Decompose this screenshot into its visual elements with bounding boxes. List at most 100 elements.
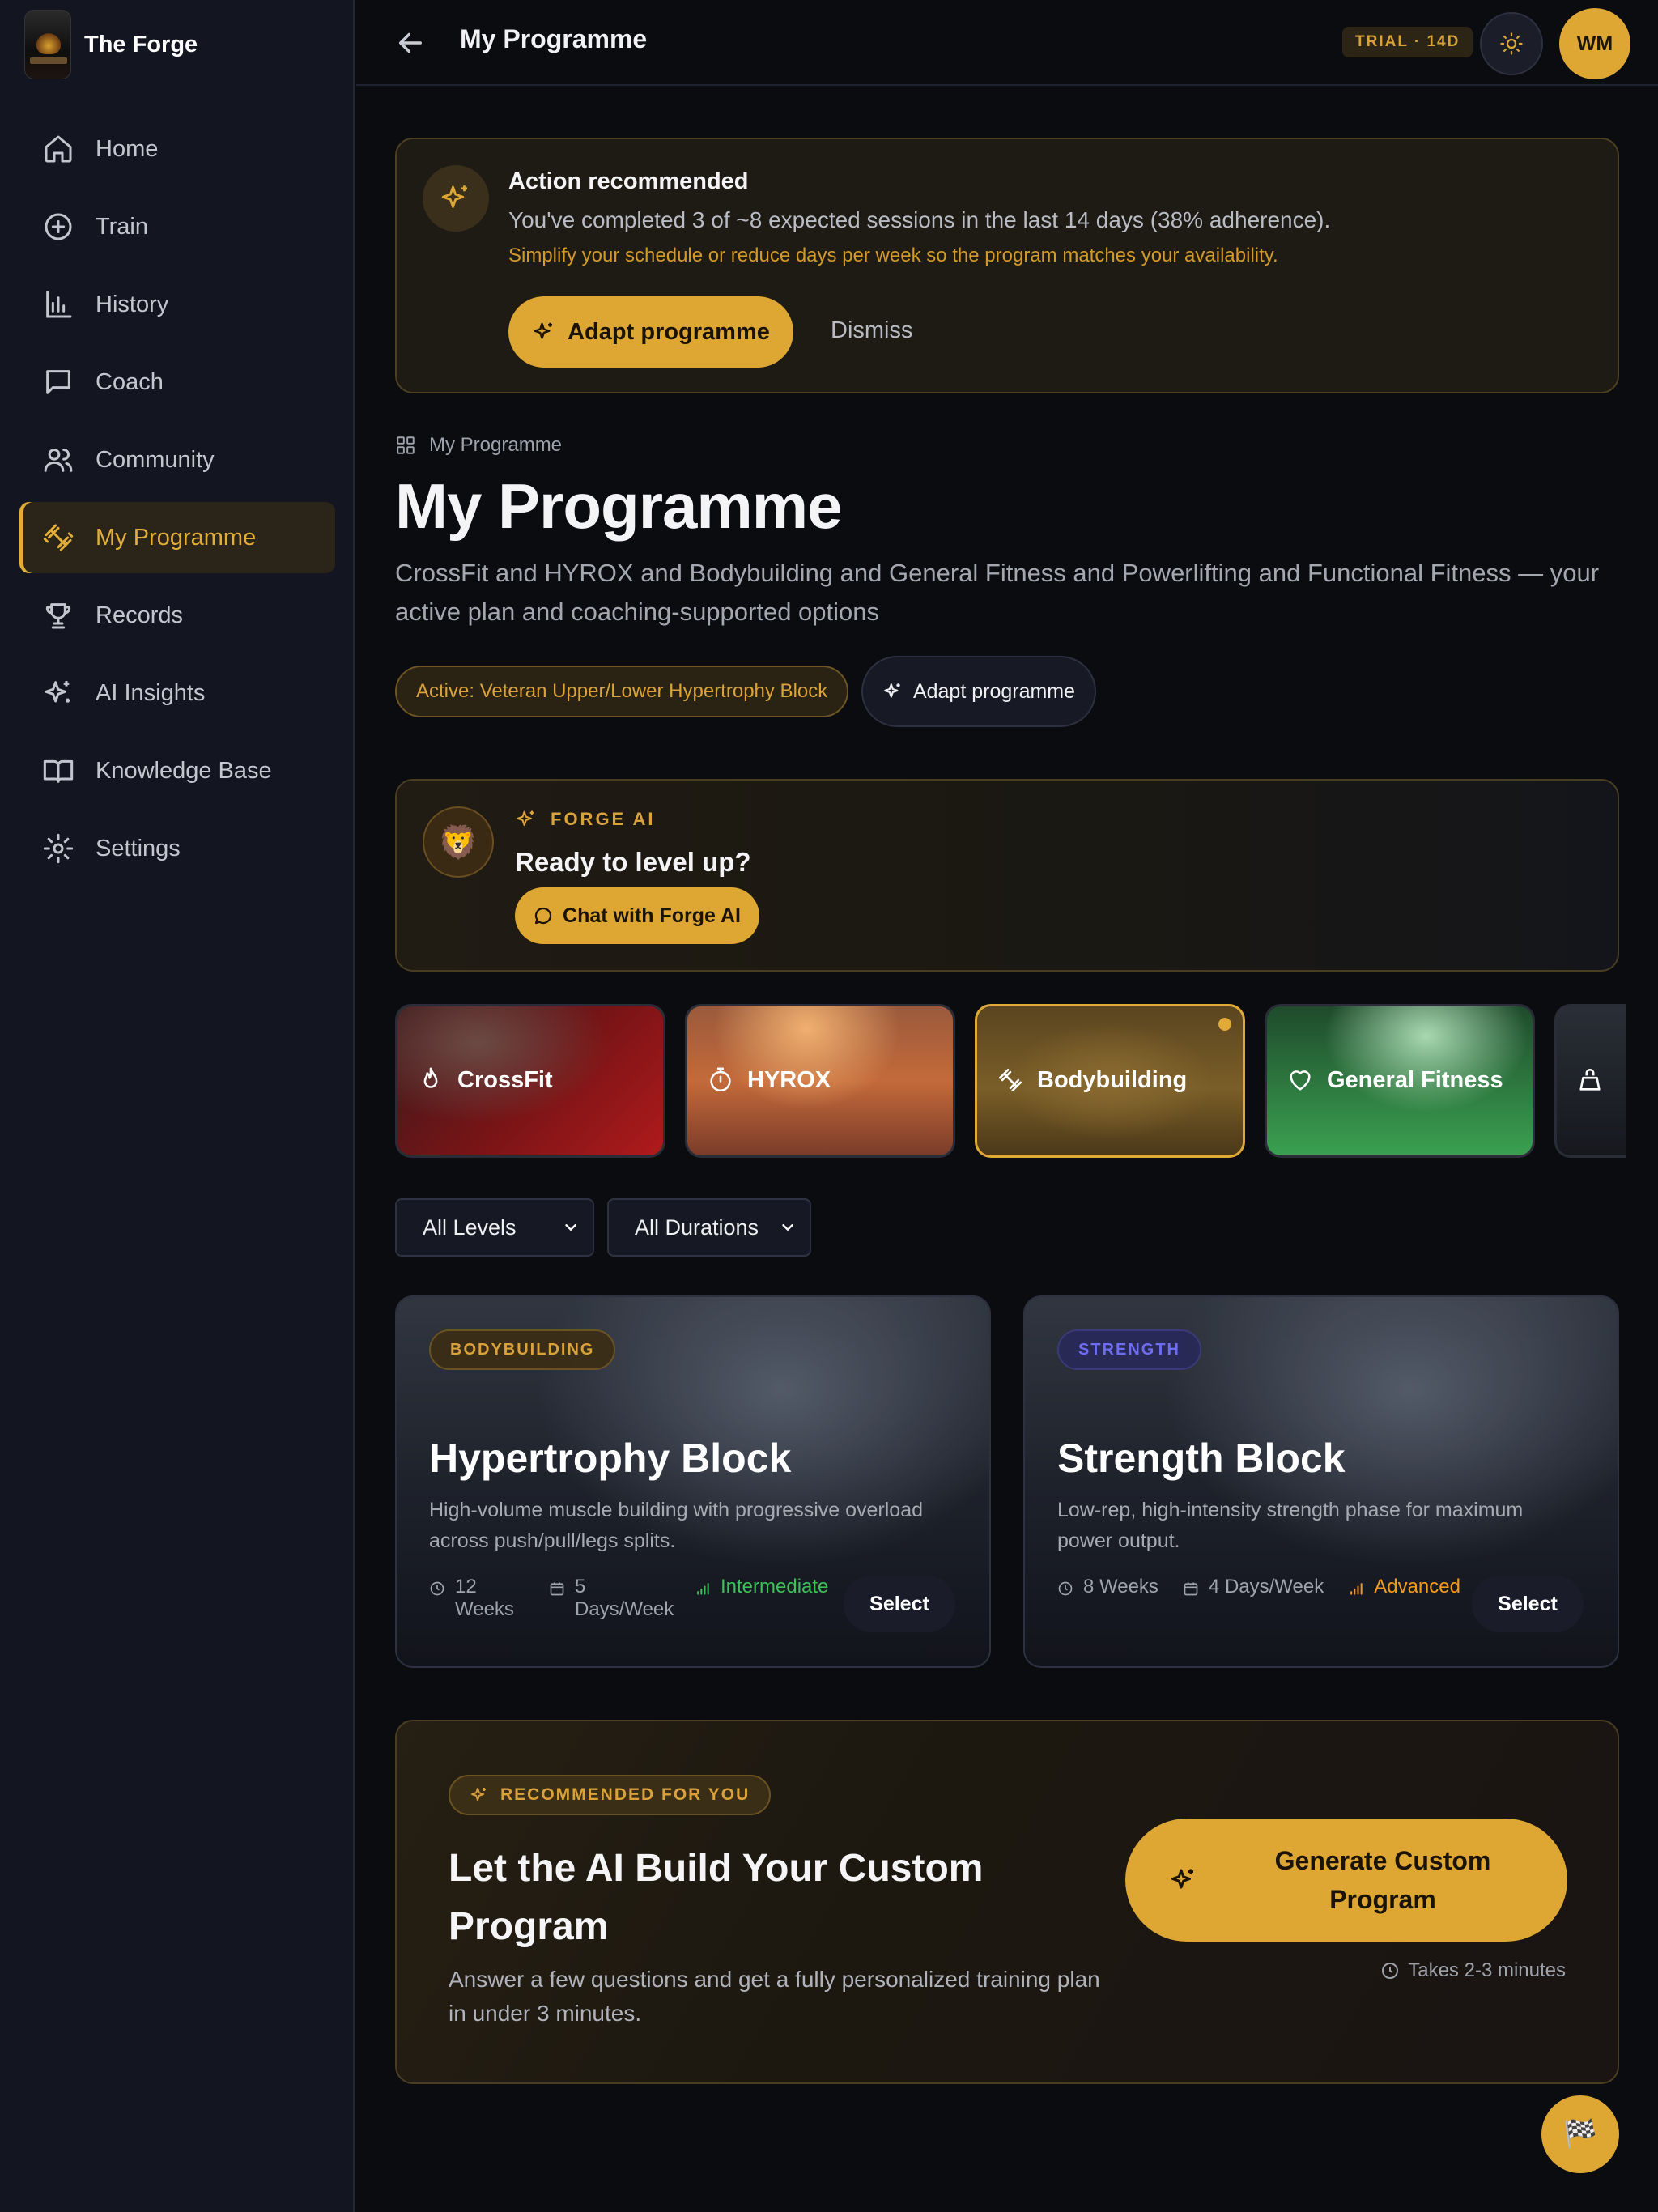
sidebar: The Forge Home Train History Coach Commu… [0, 0, 355, 2212]
sidebar-item-label: Home [96, 135, 159, 162]
sidebar-item-label: Coach [96, 368, 164, 395]
category-tile-hyrox[interactable]: HYROX [685, 1004, 955, 1158]
program-category-badge: STRENGTH [1057, 1329, 1201, 1370]
breadcrumb: My Programme [395, 434, 562, 457]
program-title: Strength Block [1057, 1436, 1346, 1481]
brand-logo [24, 10, 71, 79]
theme-toggle-button[interactable] [1480, 12, 1543, 75]
page-subtitle: CrossFit and HYROX and Bodybuilding and … [395, 559, 1600, 626]
clock-icon [1382, 1963, 1399, 1979]
chevron-down-icon [565, 1224, 576, 1231]
sparkles-icon [517, 810, 534, 827]
sidebar-item-label: Community [96, 446, 215, 473]
home-icon [45, 135, 72, 163]
sidebar-item-train[interactable]: Train [19, 191, 335, 262]
generate-custom-program-button[interactable]: Generate Custom Program [1125, 1819, 1567, 1942]
brand[interactable]: The Forge [24, 10, 198, 79]
bar-chart-icon [46, 291, 72, 318]
sun-icon [1500, 32, 1523, 55]
users-icon [44, 449, 73, 472]
top-bar: My Programme TRIAL · 14D WM [356, 0, 1658, 86]
level-filter-select[interactable]: All Levels [395, 1198, 594, 1257]
sidebar-item-label: History [96, 291, 169, 317]
category-tile-crossfit[interactable]: CrossFit [395, 1004, 665, 1158]
sidebar-item-label: Settings [96, 835, 181, 861]
gear-icon [43, 833, 74, 864]
sidebar-item-community[interactable]: Community [19, 424, 335, 496]
generate-custom-program-label: Generate Custom Program [1274, 1846, 1491, 1914]
select-program-button[interactable]: Select [844, 1576, 955, 1632]
chat-with-forge-ai-button[interactable]: Chat with Forge AI [515, 887, 759, 944]
action-recommended-card: Action recommended You've completed 3 of… [395, 138, 1619, 393]
sparkles-icon [534, 322, 553, 339]
program-card-strength[interactable]: STRENGTH Strength Block Low-rep, high-in… [1023, 1295, 1619, 1668]
clock-icon [1058, 1581, 1073, 1596]
sidebar-nav: Home Train History Coach Community My Pr… [19, 113, 335, 891]
category-label [1576, 1066, 1617, 1094]
sidebar-item-records[interactable]: Records [19, 580, 335, 651]
adapt-programme-pill-button[interactable]: Adapt programme [861, 656, 1096, 727]
category-tile-general-fitness[interactable]: General Fitness [1265, 1004, 1535, 1158]
category-label: Bodybuilding [997, 1066, 1187, 1094]
program-description: Low-rep, high-intensity strength phase f… [1057, 1499, 1524, 1552]
category-tile-powerlifting[interactable] [1554, 1004, 1626, 1158]
clock-icon [430, 1581, 444, 1596]
active-plan-badge[interactable]: Active: Veteran Upper/Lower Hypertrophy … [395, 666, 848, 717]
sidebar-item-knowledge-base[interactable]: Knowledge Base [19, 735, 335, 806]
program-meta: 8 Weeks 4 Days/Week Advanced [1057, 1576, 1460, 1598]
program-meta: 12 Weeks 5 Days/Week Intermediate [429, 1576, 828, 1621]
calendar-icon [1184, 1582, 1198, 1596]
alert-icon [423, 165, 489, 232]
category-label: General Fitness [1286, 1066, 1503, 1094]
chat-with-forge-ai-label: Chat with Forge AI [563, 904, 741, 927]
chat-icon [46, 370, 70, 394]
floating-action-button[interactable]: 🏁 [1541, 2095, 1619, 2173]
selected-indicator [1218, 1018, 1231, 1031]
sidebar-item-coach[interactable]: Coach [19, 347, 335, 418]
adapt-programme-button[interactable]: Adapt programme [508, 296, 793, 368]
dumbbell-icon [998, 1068, 1022, 1092]
calendar-icon [550, 1582, 564, 1596]
chevron-down-icon [782, 1224, 793, 1231]
sparkles-icon [884, 683, 900, 698]
sparkles-icon [441, 185, 467, 208]
sidebar-item-ai-insights[interactable]: AI Insights [19, 657, 335, 729]
program-category-badge: BODYBUILDING [429, 1329, 616, 1370]
category-tile-bodybuilding[interactable]: Bodybuilding [975, 1004, 1245, 1158]
dumbbell-icon [43, 524, 74, 551]
recommended-badge: RECOMMENDED FOR YOU [449, 1775, 772, 1815]
category-label: CrossFit [417, 1066, 553, 1094]
select-program-button[interactable]: Select [1472, 1576, 1584, 1632]
sidebar-item-label: AI Insights [96, 679, 206, 706]
grid-icon [397, 436, 414, 454]
sidebar-item-label: Train [96, 213, 148, 240]
sidebar-item-home[interactable]: Home [19, 113, 335, 185]
alert-title: Action recommended [508, 168, 749, 194]
brand-name: The Forge [84, 31, 198, 57]
sidebar-item-my-programme[interactable]: My Programme [19, 502, 335, 573]
forge-ai-avatar: 🦁 [423, 806, 494, 878]
page-title: My Programme [395, 470, 843, 542]
sparkles-icon [1171, 1869, 1193, 1889]
stopwatch-icon [710, 1067, 731, 1092]
time-estimate: Takes 2-3 minutes [1380, 1959, 1566, 1982]
flame-icon [423, 1067, 438, 1088]
dismiss-button[interactable]: Dismiss [831, 317, 913, 344]
program-duration: 8 Weeks [1057, 1576, 1158, 1598]
program-card-hypertrophy[interactable]: BODYBUILDING Hypertrophy Block High-volu… [395, 1295, 991, 1668]
duration-filter-select[interactable]: All Durations [607, 1198, 811, 1257]
sidebar-item-settings[interactable]: Settings [19, 813, 335, 884]
breadcrumb-label[interactable]: My Programme [429, 434, 562, 457]
forge-ai-title: Ready to level up? [515, 847, 751, 877]
back-arrow-icon[interactable] [393, 26, 427, 60]
sidebar-item-label: Knowledge Base [96, 757, 272, 784]
user-avatar[interactable]: WM [1559, 8, 1630, 79]
program-duration: 12 Weeks [429, 1576, 525, 1621]
forge-ai-tag: FORGE AI [515, 808, 656, 831]
forge-ai-card: 🦁 FORGE AI Ready to level up? Chat with … [395, 779, 1619, 972]
program-level: Advanced [1348, 1576, 1460, 1598]
signal-icon [697, 1583, 709, 1595]
sidebar-item-history[interactable]: History [19, 269, 335, 340]
signal-icon [1350, 1583, 1363, 1595]
heart-icon [1290, 1070, 1311, 1091]
